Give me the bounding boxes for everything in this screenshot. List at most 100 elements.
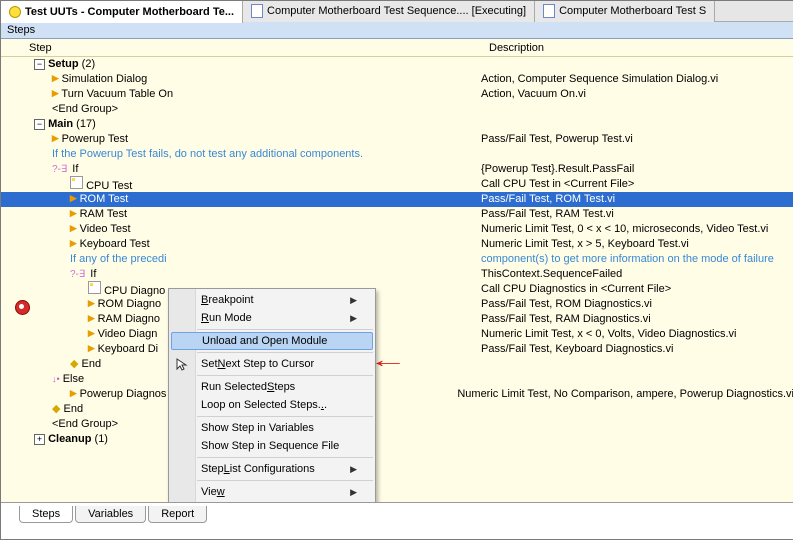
step-label: ▸ Simulation Dialog [52,72,147,87]
step-description: Numeric Limit Test, No Comparison, amper… [457,387,793,402]
step-label: ▸ Video Diagn [88,327,157,342]
else-icon: ↓• [52,374,60,384]
step-description: Pass/Fail Test, Keyboard Diagnostics.vi [481,342,673,357]
step-label: CPU Test [70,176,132,194]
step-label: ▸ Turn Vacuum Table On [52,87,173,102]
tree-row[interactable]: − Main (17) [1,117,793,132]
tree-row[interactable]: ◆ End [1,402,793,417]
tree-row[interactable]: ▸ Video Diagn Numeric Limit Test, x < 0, … [1,327,793,342]
step-description: ThisContext.SequenceFailed [481,267,622,282]
tab-2[interactable]: Computer Motherboard Test S [535,0,715,22]
menu-item[interactable]: Show Step in Variables [169,419,375,437]
action-icon: ▸ [88,325,95,340]
bottom-tab-steps[interactable]: Steps [19,506,73,523]
step-description: Call CPU Test in <Current File> [481,177,634,192]
labview-icon [88,281,101,294]
menu-item[interactable]: View▶ [169,483,375,501]
step-label: − Setup (2) [34,57,95,72]
cursor-icon [175,358,189,372]
step-label: ◆ End [52,402,83,417]
step-label: ▸ Video Test [70,222,131,237]
submenu-arrow-icon: ▶ [350,295,357,306]
tree-row[interactable]: − Setup (2) [1,57,793,72]
bottom-tabs: Steps Variables Report [1,503,793,523]
action-icon: ▸ [70,220,77,235]
action-icon: ▸ [52,85,59,100]
menu-item[interactable]: Breakpoint▶ [169,291,375,309]
col-step[interactable]: Step [1,39,485,56]
pane-title: Steps [1,22,793,39]
tree-row[interactable]: + Cleanup (1) [1,432,793,447]
tree-row[interactable]: ▸ ROM DiagnoPass/Fail Test, ROM Diagnost… [1,297,793,312]
tree-row[interactable]: ▸ Turn Vacuum Table On Action, Vacuum On.… [1,87,793,102]
action-icon: ▸ [70,205,77,220]
if-icon: ?-∃ [52,164,67,175]
step-description: {Powerup Test}.Result.PassFail [481,162,634,177]
tree-row[interactable]: CPU Diagno Call CPU Diagnostics in <Curre… [1,282,793,297]
tab-1[interactable]: Computer Motherboard Test Sequence.... [… [243,0,535,22]
tree-row[interactable]: If any of the precedicomponent(s) to get… [1,252,793,267]
end-icon: ◆ [70,358,78,370]
step-description: Pass/Fail Test, ROM Test.vi [481,192,615,207]
collapse-icon[interactable]: − [34,119,45,130]
document-icon [251,4,263,18]
bottom-tab-variables[interactable]: Variables [75,506,146,523]
if-icon: ?-∃ [70,269,85,280]
action-icon: ▸ [52,130,59,145]
document-icon [543,4,555,18]
submenu-arrow-icon: ▶ [350,464,357,475]
tree-row[interactable]: ▸ RAM Diagno Pass/Fail Test, RAM Diagnost… [1,312,793,327]
labview-icon [70,176,83,189]
action-icon: ▸ [70,385,77,400]
column-headers: Step Description [1,39,793,57]
tree-row[interactable]: ▸ Keyboard TestNumeric Limit Test, x > 5… [1,237,793,252]
step-description: Numeric Limit Test, x < 0, Volts, Video … [481,327,736,342]
tree-row[interactable]: If the Powerup Test fails, do not test a… [1,147,793,162]
step-label: ▸ RAM Test [70,207,127,222]
document-tabs: Test UUTs - Computer Motherboard Te... C… [1,1,793,22]
menu-item[interactable]: Run Selected Steps [169,378,375,396]
step-label: <End Group> [52,417,118,432]
submenu-arrow-icon: ▶ [350,487,357,498]
tree-row[interactable]: <End Group> [1,417,793,432]
step-description: Call CPU Diagnostics in <Current File> [481,282,671,297]
menu-item[interactable]: Show Step in Sequence File [169,437,375,455]
step-label: − Main (17) [34,117,96,132]
menu-item[interactable]: Unload and Open Module [171,332,373,350]
step-label: CPU Diagno [88,281,165,299]
tree-row[interactable]: <End Group> [1,102,793,117]
expand-icon[interactable]: + [34,434,45,445]
action-icon: ▸ [88,340,95,355]
tree-row[interactable]: ↓• Else [1,372,793,387]
action-icon: ▸ [52,70,59,85]
bottom-tab-report[interactable]: Report [148,506,207,523]
tree-row[interactable]: ▸ RAM TestPass/Fail Test, RAM Test.vi [1,207,793,222]
step-label: ▸ Powerup Test [52,132,128,147]
menu-item[interactable]: Step List Configurations▶ [169,460,375,478]
col-description[interactable]: Description [485,39,793,56]
tree-row[interactable]: ▸ Powerup Test Pass/Fail Test, Powerup Te… [1,132,793,147]
step-description: Pass/Fail Test, Powerup Test.vi [481,132,633,147]
collapse-icon[interactable]: − [34,59,45,70]
step-label: ▸ Keyboard Test [70,237,150,252]
step-label: ▸ RAM Diagno [88,312,160,327]
menu-item[interactable]: Set Next Step to Cursor [169,355,375,373]
step-label: ↓• Else [52,372,84,387]
step-description: Pass/Fail Test, RAM Diagnostics.vi [481,312,651,327]
step-label: ◆ End [70,357,101,372]
tab-active[interactable]: Test UUTs - Computer Motherboard Te... [1,0,243,23]
tree-row[interactable]: ▸ Video Test Numeric Limit Test, 0 < x < … [1,222,793,237]
step-description: Pass/Fail Test, ROM Diagnostics.vi [481,297,652,312]
action-icon: ▸ [88,310,95,325]
tree-row[interactable]: ▸ ROM Test Pass/Fail Test, ROM Test.vi [1,192,793,207]
breakpoint-icon[interactable] [15,300,30,315]
tree-row[interactable]: ▸ Simulation DialogAction, Computer Sequ… [1,72,793,87]
tree-row[interactable]: ▸ Powerup DiagnosNumeric Limit Test, No … [1,387,793,402]
step-label: ▸ ROM Test [70,192,128,207]
menu-item[interactable]: Loop on Selected Steps... [169,396,375,414]
step-tree[interactable]: ← − Setup (2)▸ Simulation DialogAction, … [1,57,793,503]
tree-row[interactable]: CPU Test Call CPU Test in <Current File> [1,177,793,192]
step-description: Numeric Limit Test, 0 < x < 10, microsec… [481,222,768,237]
menu-item[interactable]: Run Mode▶ [169,309,375,327]
step-description: Action, Vacuum On.vi [481,87,586,102]
